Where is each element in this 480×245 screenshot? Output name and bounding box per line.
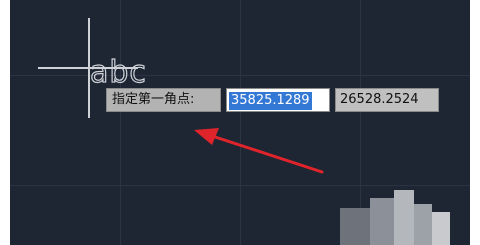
blurred-watermark (340, 190, 450, 245)
arrow-shaft (204, 132, 324, 174)
drawing-canvas[interactable]: abc 指定第一角点: 35825.1289 26528.2524 (10, 0, 470, 245)
arrow-head (194, 128, 219, 145)
cad-screenshot: abc 指定第一角点: 35825.1289 26528.2524 (0, 0, 480, 245)
